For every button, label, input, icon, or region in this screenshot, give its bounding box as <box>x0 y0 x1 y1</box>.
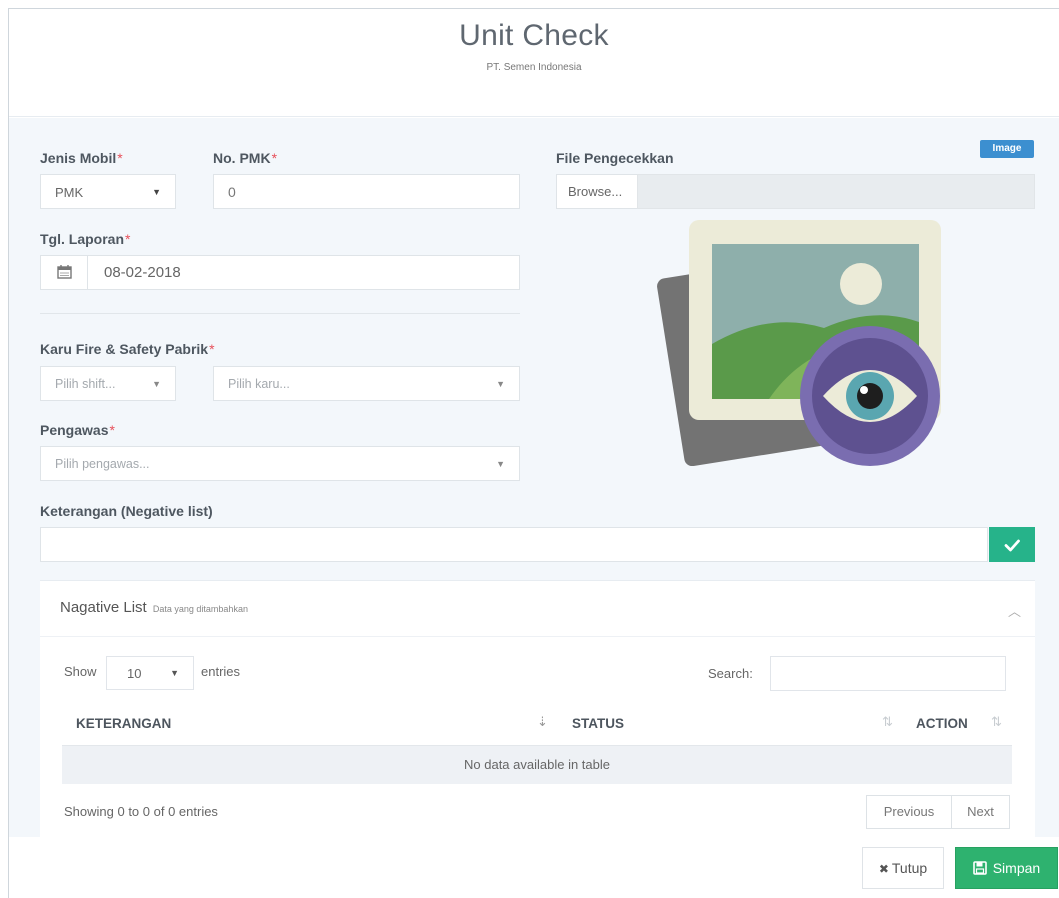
close-button-label: Tutup <box>891 860 928 876</box>
image-badge: Image <box>980 140 1034 158</box>
no-pmk-label: No. PMK* <box>213 150 277 166</box>
save-button[interactable]: Simpan <box>955 847 1058 889</box>
column-header-action[interactable]: ACTION <box>916 716 968 731</box>
karu-placeholder: Pilih karu... <box>228 377 290 391</box>
previous-page-button[interactable]: Previous <box>866 795 952 829</box>
save-button-label: Simpan <box>992 860 1041 876</box>
add-keterangan-button[interactable] <box>989 527 1035 562</box>
file-label: File Pengecekkan <box>556 150 674 166</box>
image-preview-eye-icon <box>649 216 949 467</box>
shift-placeholder: Pilih shift... <box>55 377 116 391</box>
pengawas-placeholder: Pilih pengawas... <box>55 457 150 471</box>
jenis-mobil-label: Jenis Mobil* <box>40 150 123 166</box>
tgl-laporan-input[interactable]: 08-02-2018 <box>87 255 520 290</box>
empty-table-row: No data available in table <box>62 746 1012 784</box>
pengawas-label-text: Pengawas <box>40 422 109 438</box>
required-mark: * <box>209 341 215 357</box>
close-icon: ✖ <box>878 862 889 876</box>
chevron-down-icon: ▼ <box>496 459 505 469</box>
chevron-down-icon: ▼ <box>496 379 505 389</box>
pengawas-label: Pengawas* <box>40 422 115 438</box>
file-name-field[interactable] <box>637 174 1035 209</box>
sort-icon: ⇅ <box>991 714 1002 729</box>
portlet-title: Nagative List Data yang ditambahkan <box>60 599 248 616</box>
page-length-select[interactable]: 10 ▼ <box>106 656 194 690</box>
form-body: Jenis Mobil* PMK ▼ No. PMK* 0 Tgl. Lapor… <box>9 118 1059 838</box>
negative-list-portlet: Nagative List Data yang ditambahkan ︿ Sh… <box>40 580 1035 838</box>
browse-button[interactable]: Browse... <box>556 174 638 209</box>
unit-check-modal: Unit Check PT. Semen Indonesia Jenis Mob… <box>8 8 1059 898</box>
search-input[interactable] <box>770 656 1006 691</box>
chevron-down-icon: ▼ <box>170 668 179 678</box>
search-label: Search: <box>708 666 753 681</box>
modal-header: Unit Check PT. Semen Indonesia <box>9 9 1059 117</box>
no-pmk-label-text: No. PMK <box>213 150 271 166</box>
portlet-subtitle: Data yang ditambahkan <box>152 604 248 614</box>
no-pmk-input[interactable]: 0 <box>213 174 520 209</box>
pengawas-select[interactable]: Pilih pengawas... ▼ <box>40 446 520 481</box>
portlet-header: Nagative List Data yang ditambahkan ︿ <box>40 581 1035 637</box>
check-icon <box>1004 539 1020 552</box>
show-label: Show <box>64 664 97 679</box>
required-mark: * <box>117 150 123 166</box>
sort-asc-icon: ⇣ <box>537 714 548 729</box>
shift-select[interactable]: Pilih shift... ▼ <box>40 366 176 401</box>
modal-title: Unit Check <box>459 19 609 52</box>
entries-label: entries <box>201 664 241 679</box>
next-page-button[interactable]: Next <box>951 795 1010 829</box>
portlet-title-text: Nagative List <box>60 599 147 616</box>
karu-label: Karu Fire & Safety Pabrik* <box>40 341 215 357</box>
modal-subtitle: PT. Semen Indonesia <box>486 62 582 73</box>
section-divider <box>40 313 520 314</box>
required-mark: * <box>271 150 278 166</box>
karu-label-text: Karu Fire & Safety Pabrik <box>40 341 209 357</box>
page-length-value: 10 <box>127 666 142 681</box>
chevron-up-icon[interactable]: ︿ <box>1008 601 1021 620</box>
table-info: Showing 0 to 0 of 0 entries <box>64 804 218 819</box>
keterangan-input[interactable] <box>40 527 988 562</box>
save-icon <box>973 860 993 876</box>
chevron-down-icon: ▼ <box>152 379 161 389</box>
jenis-mobil-value: PMK <box>55 185 84 200</box>
calendar-icon <box>57 265 72 279</box>
keterangan-label: Keterangan (Negative list) <box>40 503 213 519</box>
close-button[interactable]: ✖ Tutup <box>862 847 944 889</box>
required-mark: * <box>125 231 131 247</box>
column-header-keterangan[interactable]: KETERANGAN <box>76 716 171 731</box>
tgl-laporan-label: Tgl. Laporan* <box>40 231 130 247</box>
required-mark: * <box>109 422 115 438</box>
tgl-laporan-label-text: Tgl. Laporan <box>40 231 124 247</box>
calendar-addon[interactable] <box>40 255 88 290</box>
sort-icon: ⇅ <box>882 714 893 729</box>
jenis-mobil-select[interactable]: PMK ▼ <box>40 174 176 209</box>
jenis-mobil-label-text: Jenis Mobil <box>40 150 117 166</box>
chevron-down-icon: ▼ <box>152 187 161 197</box>
karu-select[interactable]: Pilih karu... ▼ <box>213 366 520 401</box>
column-header-status[interactable]: STATUS <box>572 716 624 731</box>
